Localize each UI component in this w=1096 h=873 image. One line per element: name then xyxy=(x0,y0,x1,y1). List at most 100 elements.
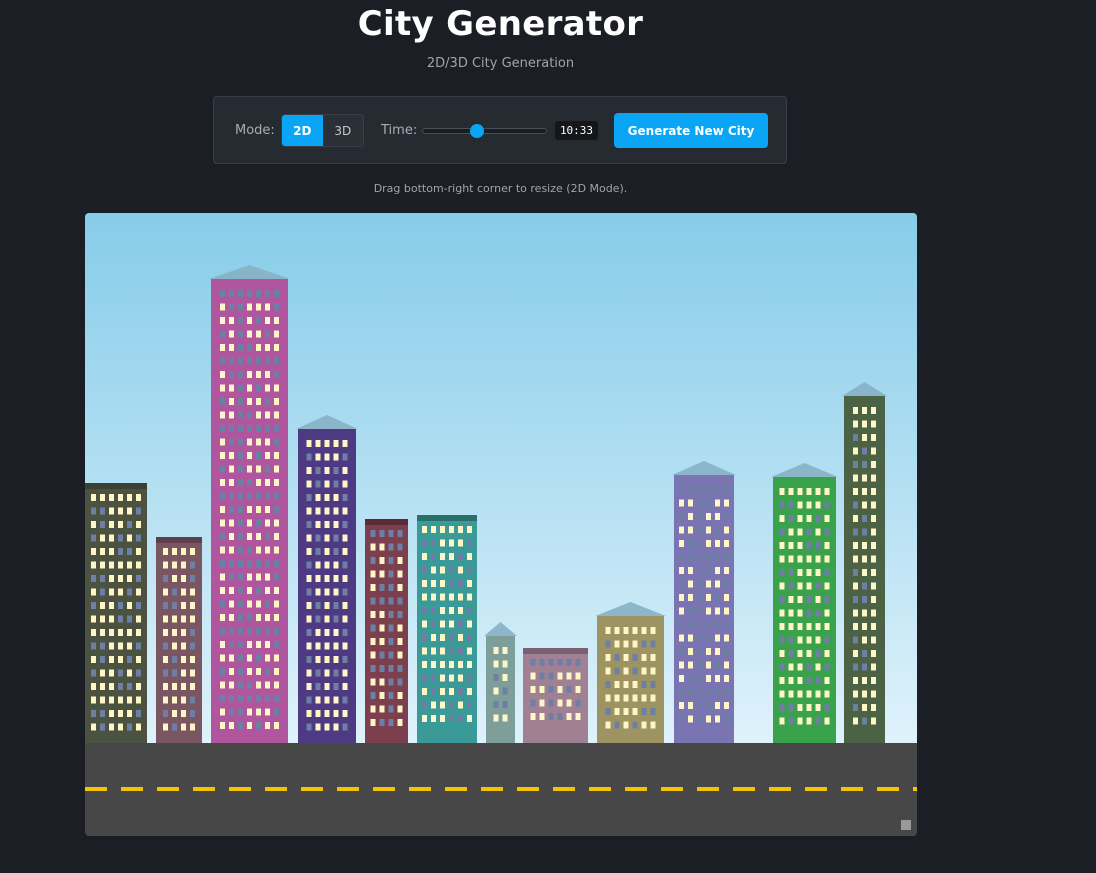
building-window xyxy=(797,528,803,536)
building-window xyxy=(91,642,96,650)
building-window xyxy=(190,575,195,582)
building-window xyxy=(715,540,720,547)
building-window xyxy=(706,499,711,507)
building-window xyxy=(853,650,858,657)
building-window xyxy=(779,663,785,671)
building-window xyxy=(379,638,385,645)
building-window xyxy=(397,611,403,618)
building-window xyxy=(824,704,830,711)
building-window xyxy=(306,602,312,609)
building-window xyxy=(431,539,436,547)
building-window xyxy=(274,681,279,689)
building-window xyxy=(315,561,321,569)
building-window xyxy=(370,638,376,645)
building-window xyxy=(229,465,234,473)
building-window xyxy=(871,650,876,657)
building-window xyxy=(306,588,312,596)
building-window xyxy=(697,594,702,601)
building-window xyxy=(797,596,803,603)
time-slider[interactable] xyxy=(422,124,547,138)
building-window xyxy=(118,642,123,650)
mode-2d-button[interactable]: 2D xyxy=(282,115,323,146)
building-window xyxy=(274,317,279,324)
building-window xyxy=(458,526,463,533)
mode-3d-button[interactable]: 3D xyxy=(322,115,363,146)
building-window xyxy=(467,701,472,709)
building-window xyxy=(324,548,330,555)
time-slider-track[interactable] xyxy=(422,128,547,134)
building-window xyxy=(181,683,186,690)
building-window xyxy=(109,521,114,528)
building-window xyxy=(172,602,177,609)
building-window xyxy=(238,641,243,648)
building-window xyxy=(342,480,348,488)
building-window xyxy=(797,650,803,657)
building-window xyxy=(853,447,858,455)
building-window xyxy=(458,674,463,682)
building-window xyxy=(871,704,876,711)
building-window xyxy=(871,501,876,509)
building-window xyxy=(91,494,96,501)
building-window xyxy=(274,573,279,581)
building-window xyxy=(265,411,270,419)
building-window xyxy=(566,713,572,720)
building-window xyxy=(265,722,270,729)
building-window xyxy=(229,560,234,567)
building-window xyxy=(715,553,720,561)
building-window xyxy=(100,615,105,623)
building-window xyxy=(324,656,330,663)
building-window xyxy=(697,648,702,655)
building-window xyxy=(256,465,261,473)
city-canvas[interactable] xyxy=(85,213,917,836)
building-window xyxy=(247,533,252,540)
building-window xyxy=(118,615,123,623)
building-window xyxy=(247,303,252,311)
building-window xyxy=(862,515,867,522)
building-window xyxy=(467,634,472,641)
building-window xyxy=(100,548,105,555)
building-window xyxy=(100,696,105,704)
building-window xyxy=(163,602,168,609)
building-window xyxy=(788,488,794,495)
building-window xyxy=(779,690,785,698)
building-window xyxy=(724,486,729,493)
building-window xyxy=(127,615,132,623)
building-window xyxy=(605,721,611,729)
time-slider-thumb[interactable] xyxy=(470,124,484,138)
building-window xyxy=(797,609,803,617)
building-window xyxy=(109,642,114,650)
building-window xyxy=(342,588,348,596)
generate-city-button[interactable]: Generate New City xyxy=(614,113,768,148)
building-window xyxy=(575,672,581,680)
building-window xyxy=(181,615,186,623)
building-window xyxy=(824,542,830,549)
building-window xyxy=(815,677,821,684)
building-window xyxy=(342,494,348,501)
building-window xyxy=(388,597,394,605)
building-window xyxy=(265,573,270,581)
building-window xyxy=(109,507,114,515)
building-window xyxy=(220,600,225,608)
building-roof xyxy=(156,537,202,543)
building-window xyxy=(220,722,225,729)
building-window xyxy=(862,461,867,468)
page-title: City Generator xyxy=(357,4,644,44)
building-window xyxy=(274,330,279,338)
building-window xyxy=(431,593,436,601)
resize-handle[interactable] xyxy=(901,820,911,830)
building-window xyxy=(724,648,729,655)
building-window xyxy=(715,688,720,696)
lane-dash xyxy=(409,787,431,791)
building-window xyxy=(100,669,105,677)
building-window xyxy=(265,641,270,648)
app: City Generator 2D/3D City Generation Mod… xyxy=(0,0,1096,873)
building-window xyxy=(853,434,858,441)
building-window xyxy=(274,465,279,473)
building-window xyxy=(109,494,114,501)
building-window xyxy=(190,602,195,609)
building-window xyxy=(788,501,794,509)
building-window xyxy=(679,702,684,709)
building-window xyxy=(315,629,321,636)
building-window xyxy=(623,721,629,729)
building xyxy=(484,622,517,743)
